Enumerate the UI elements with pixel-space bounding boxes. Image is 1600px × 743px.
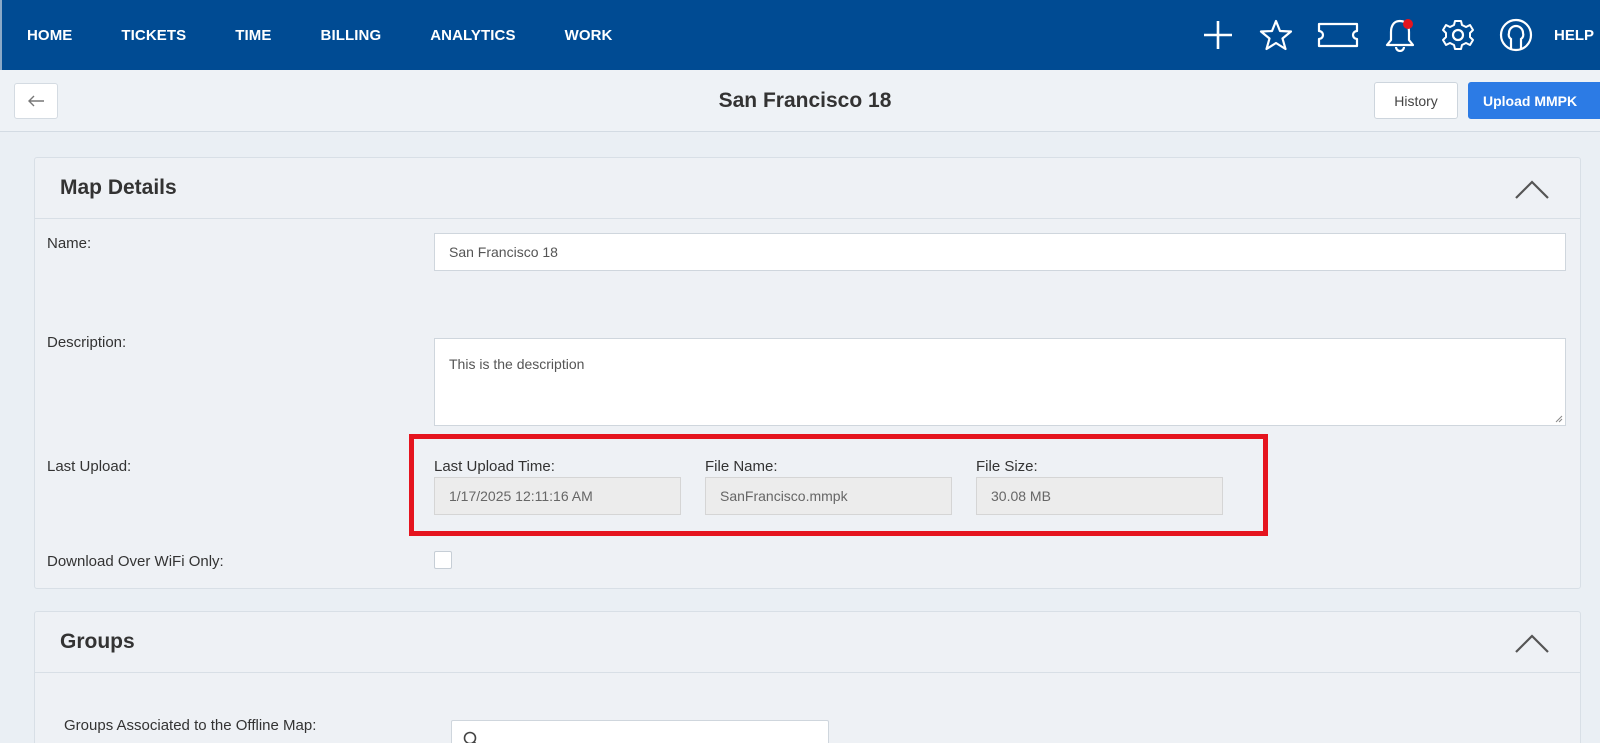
name-input[interactable]: San Francisco 18 [434,233,1566,271]
file-size-field: 30.08 MB [976,477,1223,515]
nav-home[interactable]: HOME [27,27,72,44]
top-navigation-bar: HOME TICKETS TIME BILLING ANALYTICS WORK… [0,0,1600,70]
bell-icon[interactable] [1382,17,1418,53]
collapse-groups-button[interactable] [1512,626,1552,660]
ticket-icon[interactable] [1316,17,1360,53]
groups-header: Groups [35,612,1580,673]
plus-icon[interactable] [1200,17,1236,53]
chevron-up-icon [1515,634,1549,653]
file-name-label: File Name: [705,458,778,475]
file-name-field: SanFrancisco.mmpk [705,477,952,515]
star-icon[interactable] [1258,17,1294,53]
wifi-only-label: Download Over WiFi Only: [47,553,224,570]
description-text: This is the description [449,356,585,372]
main-menu: HOME TICKETS TIME BILLING ANALYTICS WORK [2,27,661,44]
nav-work[interactable]: WORK [565,27,613,44]
help-link[interactable]: HELP [1554,27,1594,44]
last-upload-label: Last Upload: [47,458,132,475]
chevron-up-icon [1515,180,1549,199]
search-icon [463,731,477,743]
upload-mmpk-button[interactable]: Upload MMPK [1468,82,1600,119]
map-details-title: Map Details [60,176,177,199]
page-header: San Francisco 18 History Upload MMPK [0,70,1600,132]
nav-analytics[interactable]: ANALYTICS [430,27,515,44]
arrow-left-icon [28,95,44,107]
groups-title: Groups [60,630,135,653]
back-button[interactable] [14,83,58,119]
map-details-header: Map Details [35,158,1580,219]
page-title: San Francisco 18 [718,89,892,112]
name-label: Name: [47,235,92,252]
resize-grip-icon[interactable] [1553,413,1563,423]
groups-associated-label: Groups Associated to the Offline Map: [64,717,317,734]
gear-icon[interactable] [1440,17,1476,53]
user-icon[interactable] [1498,17,1534,53]
history-button[interactable]: History [1374,82,1458,119]
collapse-map-details-button[interactable] [1512,172,1552,206]
last-upload-time-label: Last Upload Time: [434,458,555,475]
last-upload-time-field: 1/17/2025 12:11:16 AM [434,477,681,515]
nav-time[interactable]: TIME [235,27,271,44]
groups-search-input[interactable] [451,720,829,743]
nav-actions: HELP [1200,0,1600,70]
file-size-label: File Size: [976,458,1038,475]
wifi-only-checkbox[interactable] [434,551,452,569]
description-label: Description: [47,334,127,351]
nav-tickets[interactable]: TICKETS [121,27,186,44]
description-textarea[interactable]: This is the description [434,338,1566,426]
nav-billing[interactable]: BILLING [321,27,382,44]
